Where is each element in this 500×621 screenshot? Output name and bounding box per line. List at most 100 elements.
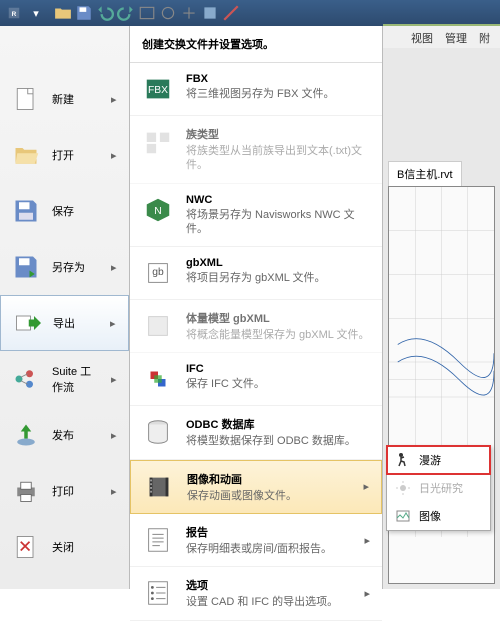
sub-odbc[interactable]: ODBC 数据库将模型数据保存到 ODBC 数据库。 — [130, 406, 382, 459]
database-icon — [142, 416, 174, 448]
export-submenu: 创建交换文件并设置选项。 FBXFBX将三维视图另存为 FBX 文件。 族类型将… — [130, 26, 383, 589]
menu-save[interactable]: 保存 — [0, 183, 129, 239]
menu-open[interactable]: 打开 ▸ — [0, 127, 129, 183]
app-button[interactable]: R — [4, 3, 24, 23]
sub-gbxml[interactable]: gbgbXML 将项目另存为 gbXML 文件。 — [130, 247, 382, 300]
menu-label: 另存为 — [52, 259, 101, 275]
quick-access-toolbar — [48, 4, 246, 22]
export-icon — [11, 307, 43, 339]
chevron-right-icon: ▸ — [111, 487, 119, 495]
flyout-walkthrough[interactable]: 漫游 — [387, 446, 490, 474]
ribbon-tabs: 视图 管理 附 — [383, 26, 500, 48]
menu-label: 关闭 — [52, 539, 119, 555]
report-icon — [142, 524, 174, 556]
menu-suite[interactable]: Suite 工作流▸ — [0, 351, 129, 407]
redo-icon[interactable] — [117, 4, 135, 22]
sub-ifc[interactable]: IFC保存 IFC 文件。 — [130, 353, 382, 406]
si-title: ODBC 数据库 — [186, 416, 370, 432]
submenu-header: 创建交换文件并设置选项。 — [130, 26, 382, 63]
menu-label: 新建 — [52, 91, 101, 107]
si-desc: 将项目另存为 gbXML 文件。 — [186, 271, 370, 285]
sub-fbx[interactable]: FBXFBX将三维视图另存为 FBX 文件。 — [130, 63, 382, 116]
gbxml-icon: gb — [142, 257, 174, 289]
flyout-label: 漫游 — [419, 452, 441, 468]
undo-icon[interactable] — [96, 4, 114, 22]
flyout-solar: 日光研究 — [387, 474, 490, 502]
print-icon — [10, 475, 42, 507]
chevron-right-icon: ▸ — [111, 263, 119, 271]
image-animation-flyout: 漫游 日光研究 图像 — [386, 445, 491, 531]
walk-icon — [395, 452, 411, 468]
si-desc: 保存明细表或房间/面积报告。 — [186, 542, 352, 556]
sub-options[interactable]: 选项设置 CAD 和 IFC 的导出选项。▸ — [130, 567, 382, 620]
qat-icon[interactable] — [201, 4, 219, 22]
si-title: gbXML — [186, 257, 370, 269]
chevron-right-icon: ▸ — [111, 151, 119, 159]
sub-family: 族类型将族类型从当前族导出到文本(.txt)文件。 — [130, 116, 382, 184]
qat-icon[interactable] — [159, 4, 177, 22]
film-icon — [143, 471, 175, 503]
si-title: 族类型 — [186, 126, 370, 142]
qat-icon[interactable] — [138, 4, 156, 22]
tab-view[interactable]: 视图 — [411, 30, 433, 44]
svg-text:R: R — [12, 11, 17, 18]
menu-label: 保存 — [52, 203, 119, 219]
si-title: 图像和动画 — [187, 471, 351, 487]
menu-new[interactable]: 新建 ▸ — [0, 71, 129, 127]
menu-label: 打开 — [52, 147, 101, 163]
menu-label: 打印 — [52, 483, 101, 499]
open-icon — [10, 139, 42, 171]
si-desc: 将族类型从当前族导出到文本(.txt)文件。 — [186, 144, 370, 173]
menu-label: Suite 工作流 — [52, 363, 101, 395]
flyout-label: 图像 — [419, 508, 441, 524]
svg-text:N: N — [154, 205, 161, 216]
si-desc: 保存动画或图像文件。 — [187, 489, 351, 503]
application-menu: 新建 ▸ 打开 ▸ 保存 另存为 ▸ 导出 ▸ Suite 工作流▸ 发布▸ 打印 ▸ 关… — [0, 26, 130, 589]
si-desc: 将模型数据保存到 ODBC 数据库。 — [186, 434, 370, 448]
dropdown-icon[interactable]: ▾ — [26, 3, 46, 23]
tab-addins[interactable]: 附 — [479, 30, 490, 44]
publish-icon — [10, 419, 42, 451]
title-bar: R ▾ — [0, 0, 500, 26]
family-icon — [142, 126, 174, 158]
close-icon — [10, 531, 42, 563]
menu-export[interactable]: 导出 ▸ — [0, 295, 129, 351]
open-icon[interactable] — [54, 4, 72, 22]
qat-icon[interactable] — [222, 4, 240, 22]
menu-print[interactable]: 打印 ▸ — [0, 463, 129, 519]
chevron-right-icon: ▸ — [111, 95, 119, 103]
save-icon[interactable] — [75, 4, 93, 22]
flyout-image[interactable]: 图像 — [387, 502, 490, 530]
si-title: NWC — [186, 194, 370, 206]
si-desc: 将场景另存为 Navisworks NWC 文件。 — [186, 208, 370, 237]
save-icon — [10, 195, 42, 227]
si-title: 选项 — [186, 577, 352, 593]
menu-saveas[interactable]: 另存为 ▸ — [0, 239, 129, 295]
sub-mass-gbxml: 体量模型 gbXML 将概念能量模型保存为 gbXML 文件。 — [130, 300, 382, 353]
menu-publish[interactable]: 发布▸ — [0, 407, 129, 463]
menu-label: 导出 — [53, 315, 100, 331]
ifc-icon — [142, 363, 174, 395]
chevron-right-icon: ▸ — [364, 534, 370, 547]
saveas-icon — [10, 251, 42, 283]
fbx-icon: FBX — [142, 73, 174, 105]
sub-image-animation[interactable]: 图像和动画保存动画或图像文件。▸ — [130, 460, 382, 514]
new-icon — [10, 83, 42, 115]
document-tab[interactable]: B信主机.rvt — [388, 161, 462, 186]
sun-icon — [395, 480, 411, 496]
si-desc: 将概念能量模型保存为 gbXML 文件。 — [186, 328, 370, 342]
qat-icon[interactable] — [180, 4, 198, 22]
image-icon — [395, 508, 411, 524]
menu-close[interactable]: 关闭 — [0, 519, 129, 575]
si-desc: 保存 IFC 文件。 — [186, 377, 370, 391]
mass-icon — [142, 310, 174, 342]
sub-report[interactable]: 报告保存明细表或房间/面积报告。 ▸ — [130, 514, 382, 567]
svg-text:FBX: FBX — [148, 85, 168, 96]
tab-manage[interactable]: 管理 — [445, 30, 467, 44]
sub-nwc[interactable]: N NWC 将场景另存为 Navisworks NWC 文件。 — [130, 184, 382, 248]
si-title: 体量模型 gbXML — [186, 310, 370, 326]
flyout-label: 日光研究 — [419, 480, 463, 496]
si-title: FBX — [186, 73, 370, 85]
chevron-right-icon: ▸ — [110, 319, 118, 327]
si-title: 报告 — [186, 524, 352, 540]
